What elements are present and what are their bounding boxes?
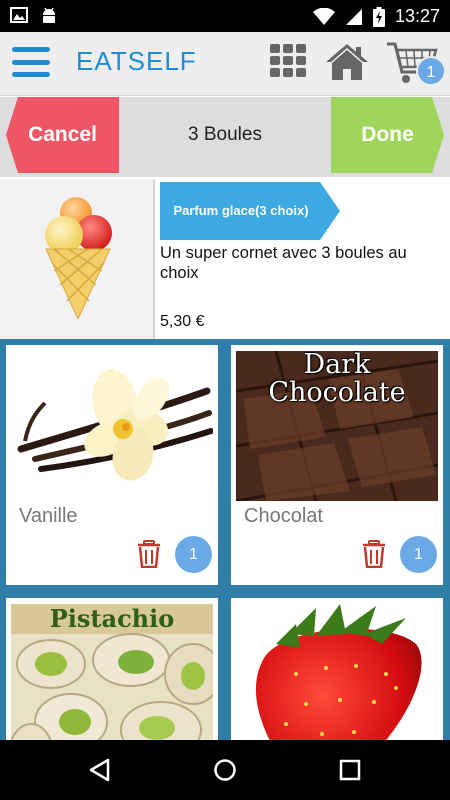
hamburger-icon[interactable] (12, 47, 50, 77)
pistachio-image: Pistachio (11, 604, 213, 740)
wifi-icon (312, 7, 335, 25)
flavor-card-strawberry[interactable] (231, 598, 443, 740)
vanilla-flower-image (11, 351, 213, 501)
ice-cream-cone-icon (45, 197, 112, 319)
category-label: Parfum glace(3 choix) (173, 203, 309, 218)
clock: 13:27 (394, 6, 440, 26)
product-details: Parfum glace(3 choix) Un super cornet av… (0, 179, 450, 339)
flavor-card-pistachio[interactable]: Pistachio (6, 598, 218, 740)
done-button[interactable]: Done (331, 97, 444, 173)
category-tag: Parfum glace(3 choix) (160, 182, 340, 240)
cancel-button-label: Cancel (28, 123, 97, 146)
flavor-options-grid: Vanille 1 Dark Chocolate Chocolat 1 Pist… (0, 339, 450, 740)
trash-icon[interactable] (362, 540, 386, 568)
recents-icon[interactable] (339, 759, 361, 781)
flavor-card-chocolat[interactable]: Dark Chocolate Chocolat 1 (231, 345, 443, 585)
system-nav-bar (0, 740, 450, 800)
cancel-button[interactable]: Cancel (6, 97, 119, 173)
quantity-badge[interactable]: 1 (175, 536, 212, 573)
home-icon[interactable] (325, 42, 369, 82)
app-title: EATSELF (76, 46, 197, 76)
quantity-badge[interactable]: 1 (400, 536, 437, 573)
option-title: 3 Boules (188, 124, 262, 145)
flavor-card-vanille[interactable]: Vanille 1 (6, 345, 218, 585)
image-icon (10, 7, 28, 23)
signal-icon (345, 8, 362, 25)
battery-icon (372, 6, 385, 27)
done-button-label: Done (361, 123, 414, 146)
grid-icon[interactable] (270, 44, 308, 78)
chocolate-image-text-dark: Dark (303, 351, 371, 380)
pistachio-image-text: Pistachio (49, 604, 175, 633)
product-image (0, 179, 155, 339)
cart-count-badge[interactable]: 1 (416, 56, 446, 86)
flavor-name: Chocolat (244, 505, 323, 527)
chocolate-image-text-chocolate: Chocolate (268, 377, 406, 408)
android-icon (43, 7, 55, 23)
product-description: Un super cornet avec 3 boules au choix (160, 244, 407, 282)
action-bar: Cancel 3 Boules Done (0, 97, 450, 177)
back-icon[interactable] (88, 758, 112, 782)
home-circle-icon[interactable] (213, 758, 237, 782)
trash-icon[interactable] (137, 540, 161, 568)
dark-chocolate-image: Dark Chocolate (236, 351, 438, 501)
pointer-notch (71, 339, 89, 340)
strawberry-image (236, 604, 438, 740)
status-bar: 13:27 (0, 0, 450, 32)
product-price: 5,30 € (160, 313, 205, 330)
flavor-name: Vanille (19, 505, 78, 527)
app-bar: EATSELF 1 (0, 32, 450, 96)
